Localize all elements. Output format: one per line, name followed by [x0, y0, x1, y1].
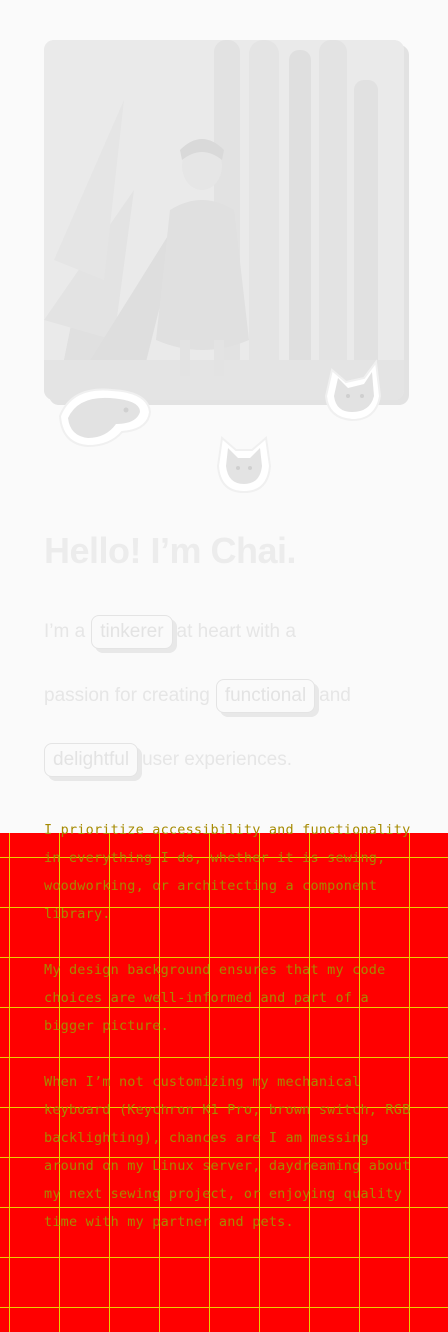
intro-line-3: delightful user experiences. [44, 728, 424, 792]
intro-text-part: at heart with a [176, 621, 296, 642]
chip-tinkerer: tinkerer [91, 615, 173, 649]
intro-text-part: and [319, 685, 351, 706]
intro-text: I’m a tinkerer at heart with a passion f… [44, 600, 424, 792]
intro-text-part: user experiences. [142, 749, 293, 770]
chip-delightful: delightful [44, 743, 139, 777]
paragraph-hobbies: When I’m not customizing my mechanical k… [44, 1074, 411, 1230]
page-title: Hello! I’m Chai. [44, 530, 297, 571]
chip-functional: functional [215, 679, 316, 713]
cat-sticker-top [324, 359, 382, 422]
intro-line-1: I’m a tinkerer at heart with a [44, 600, 424, 664]
intro-line-2: passion for creating functional and [44, 664, 424, 728]
intro-text-part: I’m a [44, 621, 86, 642]
dog-sticker [58, 388, 152, 448]
photo-illustration [44, 40, 404, 400]
cat-sticker-bottom [216, 436, 272, 494]
profile-photo [44, 40, 404, 400]
paragraph-accessibility: I prioritize accessibility and functiona… [44, 822, 411, 922]
paragraph-design-background: My design background ensures that my cod… [44, 962, 386, 1034]
intro-text-part: passion for creating [44, 685, 210, 706]
